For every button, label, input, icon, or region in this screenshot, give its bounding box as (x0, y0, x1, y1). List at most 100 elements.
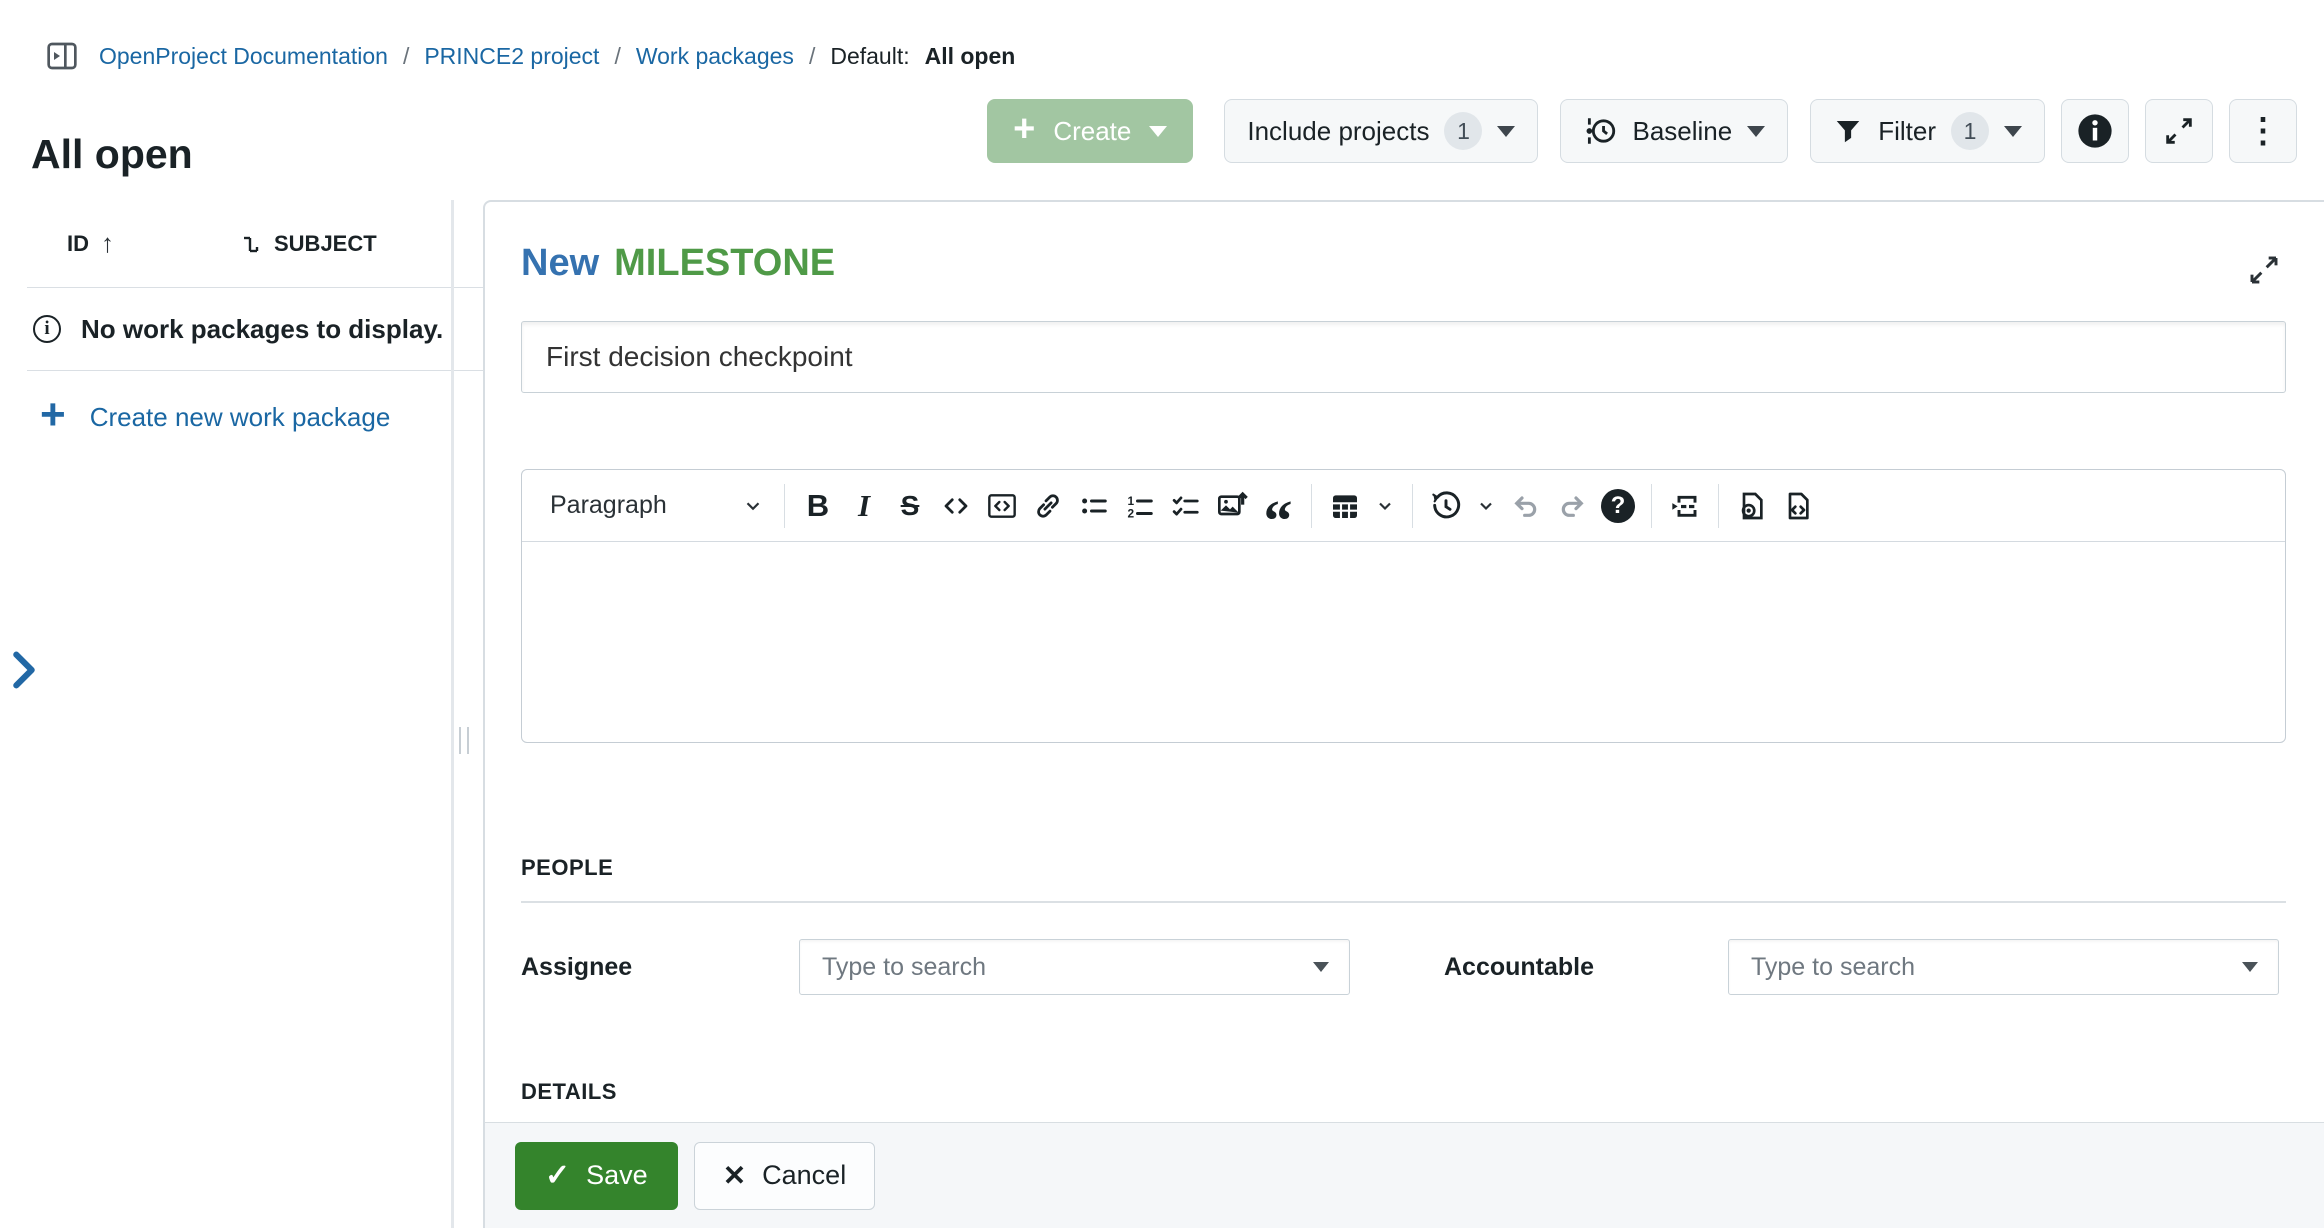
bulleted-list-button[interactable] (1071, 480, 1117, 532)
baseline-icon (1583, 114, 1617, 148)
toolbar-separator (1718, 484, 1719, 528)
expand-sidebar-chevron-icon[interactable] (10, 650, 38, 690)
numbered-list-button[interactable]: 1 2 (1117, 480, 1163, 532)
header-actions: + Create Include projects 1 Baseline Fil… (987, 99, 2297, 163)
kebab-menu-icon: ⋮ (2246, 111, 2280, 151)
section-heading-people: PEOPLE (521, 855, 2286, 881)
column-header-subject[interactable]: SUBJECT (240, 231, 377, 257)
assignee-select[interactable]: Type to search (799, 939, 1350, 995)
info-button[interactable] (2061, 99, 2129, 163)
preview-button[interactable] (1729, 480, 1775, 532)
check-icon: ✓ (545, 1158, 570, 1193)
code-block-button[interactable] (979, 480, 1025, 532)
toolbar-separator (1311, 484, 1312, 528)
table-options-chevron[interactable] (1368, 480, 1402, 532)
include-projects-count-badge: 1 (1444, 112, 1482, 150)
italic-button[interactable]: I (841, 480, 887, 532)
create-button[interactable]: + Create (987, 99, 1193, 163)
cancel-button[interactable]: ✕ Cancel (694, 1142, 876, 1210)
subject-input[interactable] (521, 321, 2286, 393)
strikethrough-button[interactable]: S (887, 480, 933, 532)
filter-button[interactable]: Filter 1 (1810, 99, 2045, 163)
create-button-label: Create (1053, 116, 1131, 147)
page-title: All open (31, 131, 193, 178)
column-header-id[interactable]: ID ↑ (67, 228, 114, 259)
markdown-source-button[interactable] (1775, 480, 1821, 532)
chevron-down-icon (2004, 126, 2022, 137)
breadcrumb-current-view: All open (925, 43, 1016, 70)
breadcrumb-link-project[interactable]: PRINCE2 project (424, 43, 599, 70)
baseline-button[interactable]: Baseline (1560, 99, 1788, 163)
bold-button[interactable]: B (795, 480, 841, 532)
toolbar-separator (1651, 484, 1652, 528)
work-package-table: ID ↑ SUBJECT i No work packages to displ… (0, 200, 483, 1228)
breadcrumb-separator: / (614, 43, 620, 70)
include-projects-button[interactable]: Include projects 1 (1224, 99, 1538, 163)
plus-icon: + (40, 393, 66, 437)
undo-button[interactable] (1503, 480, 1549, 532)
chevron-down-icon (742, 495, 764, 517)
cancel-button-label: Cancel (762, 1160, 846, 1191)
info-circle-icon: i (33, 315, 61, 343)
plus-icon: + (1013, 110, 1035, 148)
expand-form-icon[interactable] (2248, 254, 2280, 286)
filter-count-badge: 1 (1951, 112, 1989, 150)
insert-table-button[interactable] (1322, 480, 1368, 532)
fullscreen-icon (2162, 114, 2196, 148)
table-header-row: ID ↑ SUBJECT (0, 200, 483, 287)
help-icon: ? (1601, 489, 1635, 523)
info-icon (2076, 112, 2114, 150)
panel-split-border (451, 200, 454, 1228)
create-new-work-package-label: Create new work package (90, 402, 391, 433)
inline-code-button[interactable] (933, 480, 979, 532)
link-button[interactable] (1025, 480, 1071, 532)
todo-list-button[interactable] (1163, 480, 1209, 532)
breadcrumb-separator: / (809, 43, 815, 70)
work-package-type-heading: New MILESTONE (521, 242, 2286, 285)
block-quote-button[interactable]: “ (1255, 495, 1301, 547)
panel-resize-handle[interactable] (459, 727, 469, 754)
breadcrumb-link-work-packages[interactable]: Work packages (636, 43, 794, 70)
revision-history-button[interactable] (1423, 480, 1469, 532)
breadcrumb-separator: / (403, 43, 409, 70)
description-editor: Paragraph B I S (521, 469, 2286, 743)
paragraph-dropdown-label: Paragraph (550, 491, 667, 520)
chevron-down-icon (1497, 126, 1515, 137)
insert-macro-button[interactable] (1662, 480, 1708, 532)
assignee-label: Assignee (521, 953, 799, 982)
help-button[interactable]: ? (1595, 480, 1641, 532)
section-heading-details: DETAILS (521, 1079, 2286, 1105)
chevron-down-icon (1476, 496, 1496, 516)
description-textarea[interactable] (522, 542, 2285, 742)
type-milestone-label[interactable]: MILESTONE (614, 242, 835, 285)
more-options-button[interactable]: ⋮ (2229, 99, 2297, 163)
people-fields-row: Assignee Type to search Accountable Type… (521, 939, 2286, 995)
sidebar-toggle-icon[interactable] (46, 40, 78, 72)
redo-button[interactable] (1549, 480, 1595, 532)
save-button-label: Save (586, 1160, 648, 1191)
empty-state-message: No work packages to display. (81, 314, 443, 345)
breadcrumb-link-documentation[interactable]: OpenProject Documentation (99, 43, 388, 70)
chevron-down-icon (1375, 496, 1395, 516)
chevron-down-icon (1747, 126, 1765, 137)
include-projects-label: Include projects (1247, 116, 1429, 147)
toolbar-separator (1412, 484, 1413, 528)
image-upload-button[interactable] (1209, 480, 1255, 532)
save-button[interactable]: ✓ Save (515, 1142, 678, 1210)
accountable-placeholder: Type to search (1751, 953, 1915, 982)
breadcrumb-current-prefix: Default: (830, 43, 909, 70)
assignee-placeholder: Type to search (822, 953, 986, 982)
column-id-label: ID (67, 231, 89, 257)
accountable-select[interactable]: Type to search (1728, 939, 2279, 995)
svg-text:2: 2 (1128, 506, 1135, 520)
column-subject-label: SUBJECT (274, 231, 377, 257)
history-options-chevron[interactable] (1469, 480, 1503, 532)
section-divider (521, 901, 2286, 903)
form-footer: ✓ Save ✕ Cancel (485, 1122, 2324, 1228)
fullscreen-button[interactable] (2145, 99, 2213, 163)
chevron-down-icon (1149, 126, 1167, 137)
type-new-label: New (521, 242, 599, 285)
create-new-work-package-link[interactable]: + Create new work package (0, 397, 483, 437)
paragraph-style-dropdown[interactable]: Paragraph (536, 480, 774, 532)
baseline-label: Baseline (1632, 116, 1732, 147)
